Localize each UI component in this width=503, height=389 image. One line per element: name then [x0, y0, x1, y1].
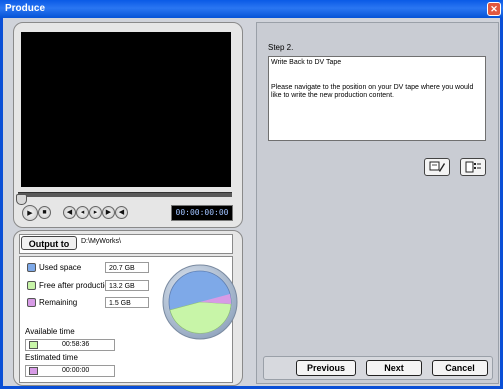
step-back-icon: ◂: [80, 209, 85, 216]
description-text: Please navigate to the position on your …: [271, 84, 474, 99]
title-bar: Produce ✕: [0, 0, 503, 18]
estimated-time-box: 00:00:00: [25, 365, 115, 377]
estimated-time-swatch: [29, 367, 38, 375]
free-after-value: 13.2 GB: [105, 280, 149, 291]
step-back-button[interactable]: ◂: [76, 206, 89, 219]
window-title: Produce: [5, 3, 46, 14]
timeline-slider[interactable]: [18, 192, 232, 197]
step-forward-icon: ▸: [93, 209, 98, 216]
play-button[interactable]: ▶: [22, 205, 38, 221]
properties-button[interactable]: [460, 158, 486, 176]
output-path: D:\MyWorks\: [81, 238, 121, 245]
close-icon: ✕: [490, 4, 498, 14]
step-label: Step 2.: [268, 43, 294, 52]
available-time-swatch: [29, 341, 38, 349]
estimated-time-value: 00:00:00: [62, 367, 90, 374]
previous-button[interactable]: Previous: [296, 360, 356, 376]
next-frame-button[interactable]: ▶: [102, 206, 115, 219]
timecode-display: 00:00:00:00: [171, 205, 233, 221]
free-after-label: Free after production: [39, 281, 114, 290]
available-time-label: Available time: [25, 327, 75, 336]
used-space-label: Used space: [39, 263, 82, 272]
remaining-value: 1.5 GB: [105, 297, 149, 308]
output-to-button[interactable]: Output to: [21, 236, 77, 250]
available-time-box: 00:58:36: [25, 339, 115, 351]
used-space-value: 20.7 GB: [105, 262, 149, 273]
tape-settings-button[interactable]: [424, 158, 450, 176]
tape-settings-icon: [429, 161, 445, 172]
volume-icon: ◀: [118, 209, 125, 216]
video-preview: [21, 32, 231, 187]
used-space-swatch: [27, 263, 36, 272]
stop-icon: ■: [42, 209, 47, 216]
volume-button[interactable]: ◀: [115, 206, 128, 219]
step-forward-button[interactable]: ▸: [89, 206, 102, 219]
remaining-swatch: [27, 298, 36, 307]
play-icon: ▶: [27, 209, 33, 217]
close-button[interactable]: ✕: [487, 2, 501, 16]
stop-button[interactable]: ■: [38, 206, 51, 219]
estimated-time-label: Estimated time: [25, 353, 78, 362]
next-button[interactable]: Next: [366, 360, 422, 376]
next-frame-icon: ▶: [105, 209, 112, 216]
prev-frame-icon: ◀: [66, 209, 73, 216]
properties-icon: [465, 161, 481, 173]
free-after-swatch: [27, 281, 36, 290]
description-title: Write Back to DV Tape: [271, 59, 342, 66]
prev-frame-button[interactable]: ◀: [63, 206, 76, 219]
available-time-value: 00:58:36: [62, 341, 90, 348]
disk-usage-pie: [162, 260, 238, 342]
remaining-label: Remaining: [39, 298, 78, 307]
cancel-button[interactable]: Cancel: [432, 360, 488, 376]
timeline-handle[interactable]: [16, 194, 27, 205]
